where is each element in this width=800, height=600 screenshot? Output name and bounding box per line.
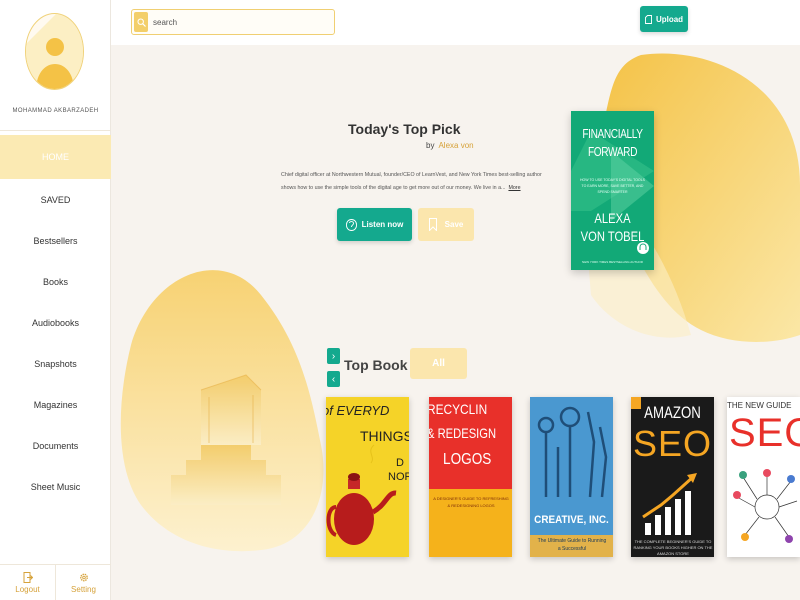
search-icon[interactable] xyxy=(134,12,148,32)
book-card[interactable]: of EVERYD THINGS D NOR xyxy=(326,397,409,557)
sidebar-item-snapshots[interactable]: Snapshots xyxy=(0,343,111,384)
top-pick-description: Chief digital officer at Northwestern Mu… xyxy=(281,169,556,195)
cover-footer: NEW YORK TIMES BESTSELLING AUTHOR xyxy=(582,260,643,264)
sidebar: MOHAMMAD AKBARZADEH HOME SAVED Bestselle… xyxy=(0,0,111,600)
book-title-line-3: LOGOS xyxy=(443,451,492,468)
search-input[interactable] xyxy=(153,17,323,27)
top-bar: Upload xyxy=(111,0,800,45)
tools-illustration xyxy=(530,397,613,557)
chevron-right-icon: › xyxy=(331,350,336,362)
more-link[interactable]: More xyxy=(508,185,520,191)
book-title-line-1: AMAZON xyxy=(644,403,701,422)
sidebar-item-documents[interactable]: Documents xyxy=(0,425,111,466)
sidebar-nav: HOME SAVED Bestsellers Books Audiobooks … xyxy=(0,135,111,507)
book-author-line-1: D xyxy=(396,457,404,469)
by-label: by xyxy=(426,141,435,150)
logout-icon xyxy=(23,571,33,583)
top-book-title: Top Book xyxy=(344,357,408,373)
prev-arrow-button[interactable]: ‹ xyxy=(327,371,340,387)
sidebar-item-audiobooks[interactable]: Audiobooks xyxy=(0,302,111,343)
gear-icon xyxy=(79,573,88,581)
bookmark-icon xyxy=(428,218,437,231)
cover-subtitle: HOW TO USE TODAY'S DIGITAL TOOLS TO EARN… xyxy=(580,178,645,194)
book-subtitle: The Ultimate Guide to Running a Successf… xyxy=(537,538,607,552)
setting-button[interactable]: Setting xyxy=(55,565,111,600)
book-title-line-2: THINGS xyxy=(360,428,409,444)
cover-title: FINANCIALLY FORWARD xyxy=(580,125,645,161)
next-arrow-button[interactable]: › xyxy=(327,348,340,364)
sidebar-item-home[interactable]: HOME xyxy=(0,135,111,179)
avatar[interactable] xyxy=(25,13,84,90)
search-box xyxy=(131,9,335,35)
upload-icon xyxy=(644,14,652,24)
top-pick-title: Today's Top Pick xyxy=(348,121,461,137)
user-name: MOHAMMAD AKBARZADEH xyxy=(12,108,99,114)
sidebar-item-saved[interactable]: SAVED xyxy=(0,179,111,220)
description-text: Chief digital officer at Northwestern Mu… xyxy=(281,172,542,191)
sidebar-footer: Logout Setting xyxy=(0,564,111,600)
save-label: Save xyxy=(444,220,464,229)
book-subtitle: THE COMPLETE BEGINNER'S GUIDE TO RANKING… xyxy=(633,539,713,556)
book-title-line-1: RECYCLIN xyxy=(429,401,488,417)
cover-title-line-2: FORWARD xyxy=(587,144,638,159)
book-card[interactable]: CREATIVE, INC. The Ultimate Guide to Run… xyxy=(530,397,613,557)
book-cover-graphic xyxy=(429,397,512,557)
chevron-left-icon: ‹ xyxy=(331,373,336,385)
sidebar-item-sheet-music[interactable]: Sheet Music xyxy=(0,466,111,507)
book-title: CREATIVE, INC. xyxy=(534,514,609,526)
sidebar-divider xyxy=(0,130,111,131)
listen-now-button[interactable]: Listen now xyxy=(337,208,412,241)
cover-title-line-1: FINANCIALLY xyxy=(582,126,643,141)
book-title-line-1: THE NEW GUIDE xyxy=(727,401,792,410)
top-pick-byline: by Alexa von xyxy=(426,141,474,150)
book-title-line-2: SEO xyxy=(632,423,713,464)
listen-now-label: Listen now xyxy=(361,220,404,229)
sidebar-item-bestsellers[interactable]: Bestsellers xyxy=(0,220,111,261)
book-author-line-2: NOR xyxy=(388,471,409,483)
book-card[interactable]: THE NEW GUIDE SEO xyxy=(727,397,800,557)
upload-label: Upload xyxy=(655,14,684,24)
book-card[interactable]: AMAZON SEO THE COMPLETE BEGINNER'S GUIDE… xyxy=(631,397,714,557)
logout-label: Logout xyxy=(15,584,40,594)
book-title-line-2: SEO xyxy=(729,411,800,455)
cover-author-line-2: VON TOBEL xyxy=(580,228,645,244)
book-card[interactable]: RECYCLIN & REDESIGN LOGOS A DESIGNER'S G… xyxy=(429,397,512,557)
author-link[interactable]: Alexa von xyxy=(438,141,473,150)
cover-author-line-1: ALEXA xyxy=(594,210,631,226)
cover-author: ALEXA VON TOBEL xyxy=(579,209,645,245)
book-subtitle: A DESIGNER'S GUIDE TO REFRESHING & REDES… xyxy=(433,496,509,508)
featured-book-cover[interactable]: FINANCIALLY FORWARD HOW TO USE TODAY'S D… xyxy=(571,111,654,270)
setting-label: Setting xyxy=(71,584,96,594)
user-avatar-icon xyxy=(26,14,83,89)
sidebar-item-magazines[interactable]: Magazines xyxy=(0,384,111,425)
save-button[interactable]: Save xyxy=(418,208,474,241)
book-title-line-2: & REDESIGN xyxy=(429,425,497,441)
logout-button[interactable]: Logout xyxy=(0,565,55,600)
sidebar-item-books[interactable]: Books xyxy=(0,261,111,302)
audio-icon xyxy=(345,218,357,231)
upload-button[interactable]: Upload xyxy=(640,6,688,32)
book-title-line-1: of EVERYD xyxy=(326,403,390,418)
all-button[interactable]: All xyxy=(410,348,467,379)
